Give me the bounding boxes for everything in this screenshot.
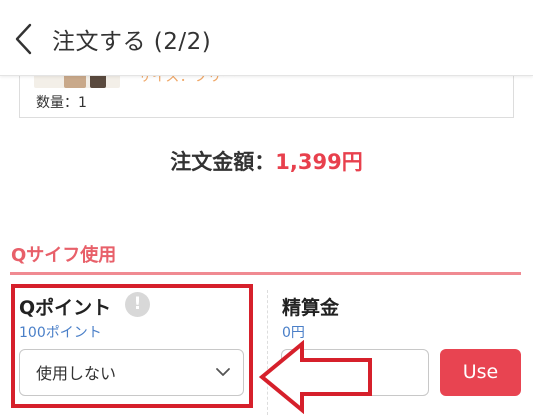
qpoint-select[interactable]: 使用しない (19, 349, 244, 396)
order-total-label: 注文金額： (170, 150, 276, 174)
column-divider (267, 290, 268, 415)
qpoint-available: 100ポイント (19, 325, 102, 341)
seisan-input[interactable] (281, 349, 429, 396)
app-header: 注文する (2/2) (0, 0, 533, 76)
order-total-amount: 1,399円 (275, 150, 363, 174)
page-title: 注文する (2/2) (52, 29, 212, 55)
info-icon[interactable]: ! (125, 292, 150, 317)
seisan-available: 0円 (282, 325, 305, 341)
qpoint-label: Qポイント (19, 297, 112, 319)
chevron-left-icon (15, 23, 32, 55)
seisan-label: 精算金 (282, 297, 340, 319)
item-quantity: 数量：1 (36, 95, 87, 111)
qpoint-select-value: 使用しない (36, 364, 117, 383)
qsaif-section-title: Qサイフ使用 (11, 245, 117, 266)
back-button[interactable] (10, 22, 40, 56)
use-button[interactable]: Use (440, 349, 521, 396)
chevron-down-icon (216, 368, 230, 376)
section-divider (10, 272, 521, 275)
order-total: 注文金額：1,399円 (0, 146, 533, 176)
